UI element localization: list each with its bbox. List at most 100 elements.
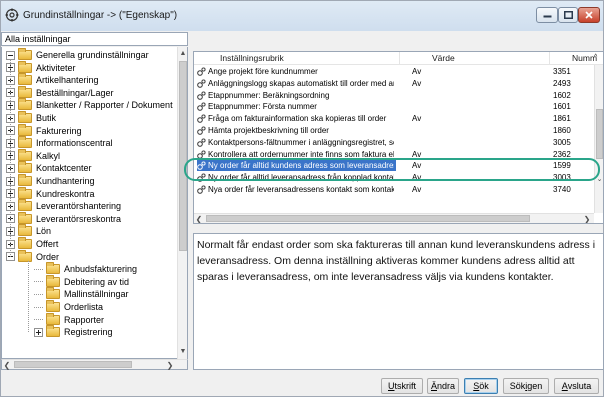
- tree-item[interactable]: Mallinställningar: [34, 287, 129, 300]
- change-button[interactable]: Ändra: [427, 378, 459, 394]
- window-title: Grundinställningar -> ("Egenskap"): [23, 10, 178, 21]
- cell-number: 3740: [553, 185, 571, 194]
- folder-icon: [18, 186, 32, 199]
- tree-item[interactable]: Orderlista: [34, 300, 104, 313]
- scroll-thumb[interactable]: [206, 215, 530, 222]
- scroll-thumb[interactable]: [596, 109, 603, 159]
- tree-item[interactable]: Leverantörsreskontra: [6, 211, 121, 225]
- settings-tree[interactable]: Generella grundinställningar Aktiviteter A…: [1, 47, 177, 359]
- minimize-icon: [543, 15, 551, 18]
- tree-item[interactable]: Leverantörshantering: [6, 199, 122, 212]
- tree-item-label: Registrering: [64, 327, 113, 338]
- tree-item[interactable]: Lön: [6, 224, 51, 237]
- tree-item[interactable]: Offert: [6, 237, 58, 250]
- search-button[interactable]: Sök: [464, 378, 498, 394]
- title-bar[interactable]: Grundinställningar -> ("Egenskap"): [1, 1, 603, 31]
- tree-item-label: Fakturering: [36, 125, 82, 136]
- table-row[interactable]: Ny order får alltid kundens adress som l…: [194, 160, 594, 172]
- table-row[interactable]: Ny order får alltid leveransadress från …: [194, 172, 594, 183]
- table-row[interactable]: Anläggningslogg skapas automatiskt till …: [194, 78, 594, 89]
- column-header-value[interactable]: Värde: [432, 53, 455, 63]
- tree-item[interactable]: Informationscentral: [6, 136, 113, 149]
- gear-icon: [5, 8, 19, 22]
- tree-item[interactable]: Debitering av tid: [34, 274, 129, 288]
- scroll-thumb[interactable]: [179, 61, 187, 251]
- tree-connector: [34, 293, 43, 295]
- tree-item-label: Artikelhantering: [36, 75, 99, 86]
- tree-item[interactable]: Kundreskontra: [6, 186, 95, 200]
- table-row[interactable]: Etappnummer: Beräkningsordning 1602: [194, 90, 594, 101]
- scroll-down-icon[interactable]: ▼: [178, 345, 188, 357]
- tree-item[interactable]: Beställningar/Lager: [6, 85, 114, 99]
- scroll-up-icon[interactable]: ▲: [178, 47, 188, 59]
- tree-item[interactable]: Generella grundinställningar: [6, 48, 149, 61]
- tree-vertical-scrollbar[interactable]: ▲ ▼: [177, 47, 188, 359]
- tree-item[interactable]: Rapporter: [34, 312, 104, 326]
- gear-setting-icon: [197, 150, 206, 159]
- folder-icon: [18, 60, 32, 73]
- folder-icon: [18, 161, 32, 174]
- search-again-button[interactable]: Sök i gen: [503, 378, 549, 394]
- cell-value: Av: [412, 67, 422, 76]
- close-window-button[interactable]: [578, 7, 600, 23]
- list-horizontal-scrollbar[interactable]: ❮ ❯: [194, 213, 594, 224]
- tree-item[interactable]: Blanketter / Rapporter / Dokument: [6, 98, 173, 111]
- expand-icon[interactable]: [34, 327, 43, 337]
- table-row[interactable]: Nya order får leveransadressens kontakt …: [194, 184, 594, 195]
- tree-item[interactable]: Anbudsfakturering: [34, 262, 137, 275]
- tree-item-label: Beställningar/Lager: [36, 87, 114, 98]
- table-row[interactable]: Etappnummer: Första nummer 1601: [194, 101, 594, 112]
- tree-item-label: Aktiviteter: [36, 62, 76, 73]
- folder-icon: [18, 136, 32, 149]
- tree-guide-line: [28, 260, 29, 333]
- tree-item-label: Leverantörshantering: [36, 201, 122, 212]
- cell-name: Anläggningslogg skapas automatiskt till …: [208, 78, 394, 88]
- sort-up-icon: ^: [594, 54, 598, 61]
- maximize-button[interactable]: [558, 7, 578, 23]
- tree-item[interactable]: Kontaktcenter: [6, 161, 92, 174]
- all-settings-header: Alla inställningar: [1, 32, 188, 46]
- scroll-down-icon[interactable]: ⌄: [595, 173, 603, 185]
- cell-name: Kontaktpersons-fältnummer i anläggningsr…: [208, 137, 394, 147]
- tree-horizontal-scrollbar[interactable]: ❮ ❯: [1, 359, 188, 370]
- tree-item[interactable]: Kundhantering: [6, 174, 95, 187]
- settings-list[interactable]: Inställningsrubrik Värde Numm ^ Ange pro…: [193, 51, 604, 224]
- scroll-right-icon[interactable]: ❯: [165, 360, 175, 370]
- cell-number: 2362: [553, 149, 571, 159]
- cell-name: Nya order får leveransadressens kontakt …: [208, 185, 394, 194]
- cell-value: Av: [412, 78, 422, 88]
- tree-connector: [34, 306, 43, 308]
- close-button[interactable]: Avsluta: [554, 378, 599, 394]
- column-header-name[interactable]: Inställningsrubrik: [220, 53, 284, 63]
- table-row[interactable]: Fråga om fakturainformation ska kopieras…: [194, 113, 594, 124]
- tree-item[interactable]: Fakturering: [6, 123, 82, 137]
- table-row[interactable]: Kontrollera att ordernummer inte finns s…: [194, 149, 594, 160]
- scroll-thumb[interactable]: [14, 361, 132, 368]
- tree-item[interactable]: Kalkyl: [6, 148, 60, 162]
- tree-item[interactable]: Order: [6, 249, 59, 263]
- folder-icon: [18, 199, 32, 212]
- gear-setting-icon: [197, 138, 206, 147]
- tree-item-label: Informationscentral: [36, 138, 113, 149]
- scroll-left-icon[interactable]: ❮: [194, 214, 204, 224]
- cell-value: Av: [412, 114, 422, 124]
- minimize-button[interactable]: [536, 7, 558, 23]
- table-row[interactable]: Ange projekt före kundnummer Av 3351: [194, 66, 594, 77]
- tree-item-label: Orderlista: [64, 302, 104, 312]
- tree-item[interactable]: Registrering: [34, 325, 113, 338]
- cell-number: 1602: [553, 90, 571, 100]
- tree-item[interactable]: Butik: [6, 111, 56, 124]
- folder-icon: [18, 174, 32, 186]
- tree-item[interactable]: Aktiviteter: [6, 60, 76, 74]
- print-button[interactable]: Utskrift: [381, 378, 423, 394]
- scroll-right-icon[interactable]: ❯: [582, 214, 592, 224]
- list-vertical-scrollbar[interactable]: ⌄: [594, 65, 603, 213]
- tree-item[interactable]: Artikelhantering: [6, 73, 99, 86]
- close-icon: [585, 11, 593, 19]
- scroll-left-icon[interactable]: ❮: [2, 360, 12, 370]
- table-row[interactable]: Kontaktpersons-fältnummer i anläggningsr…: [194, 137, 594, 148]
- tree-item-label: Kundreskontra: [36, 188, 95, 199]
- cell-number: 3351: [553, 67, 571, 76]
- table-row[interactable]: Hämta projektbeskrivning till order 1860: [194, 125, 594, 136]
- folder-icon: [18, 237, 32, 249]
